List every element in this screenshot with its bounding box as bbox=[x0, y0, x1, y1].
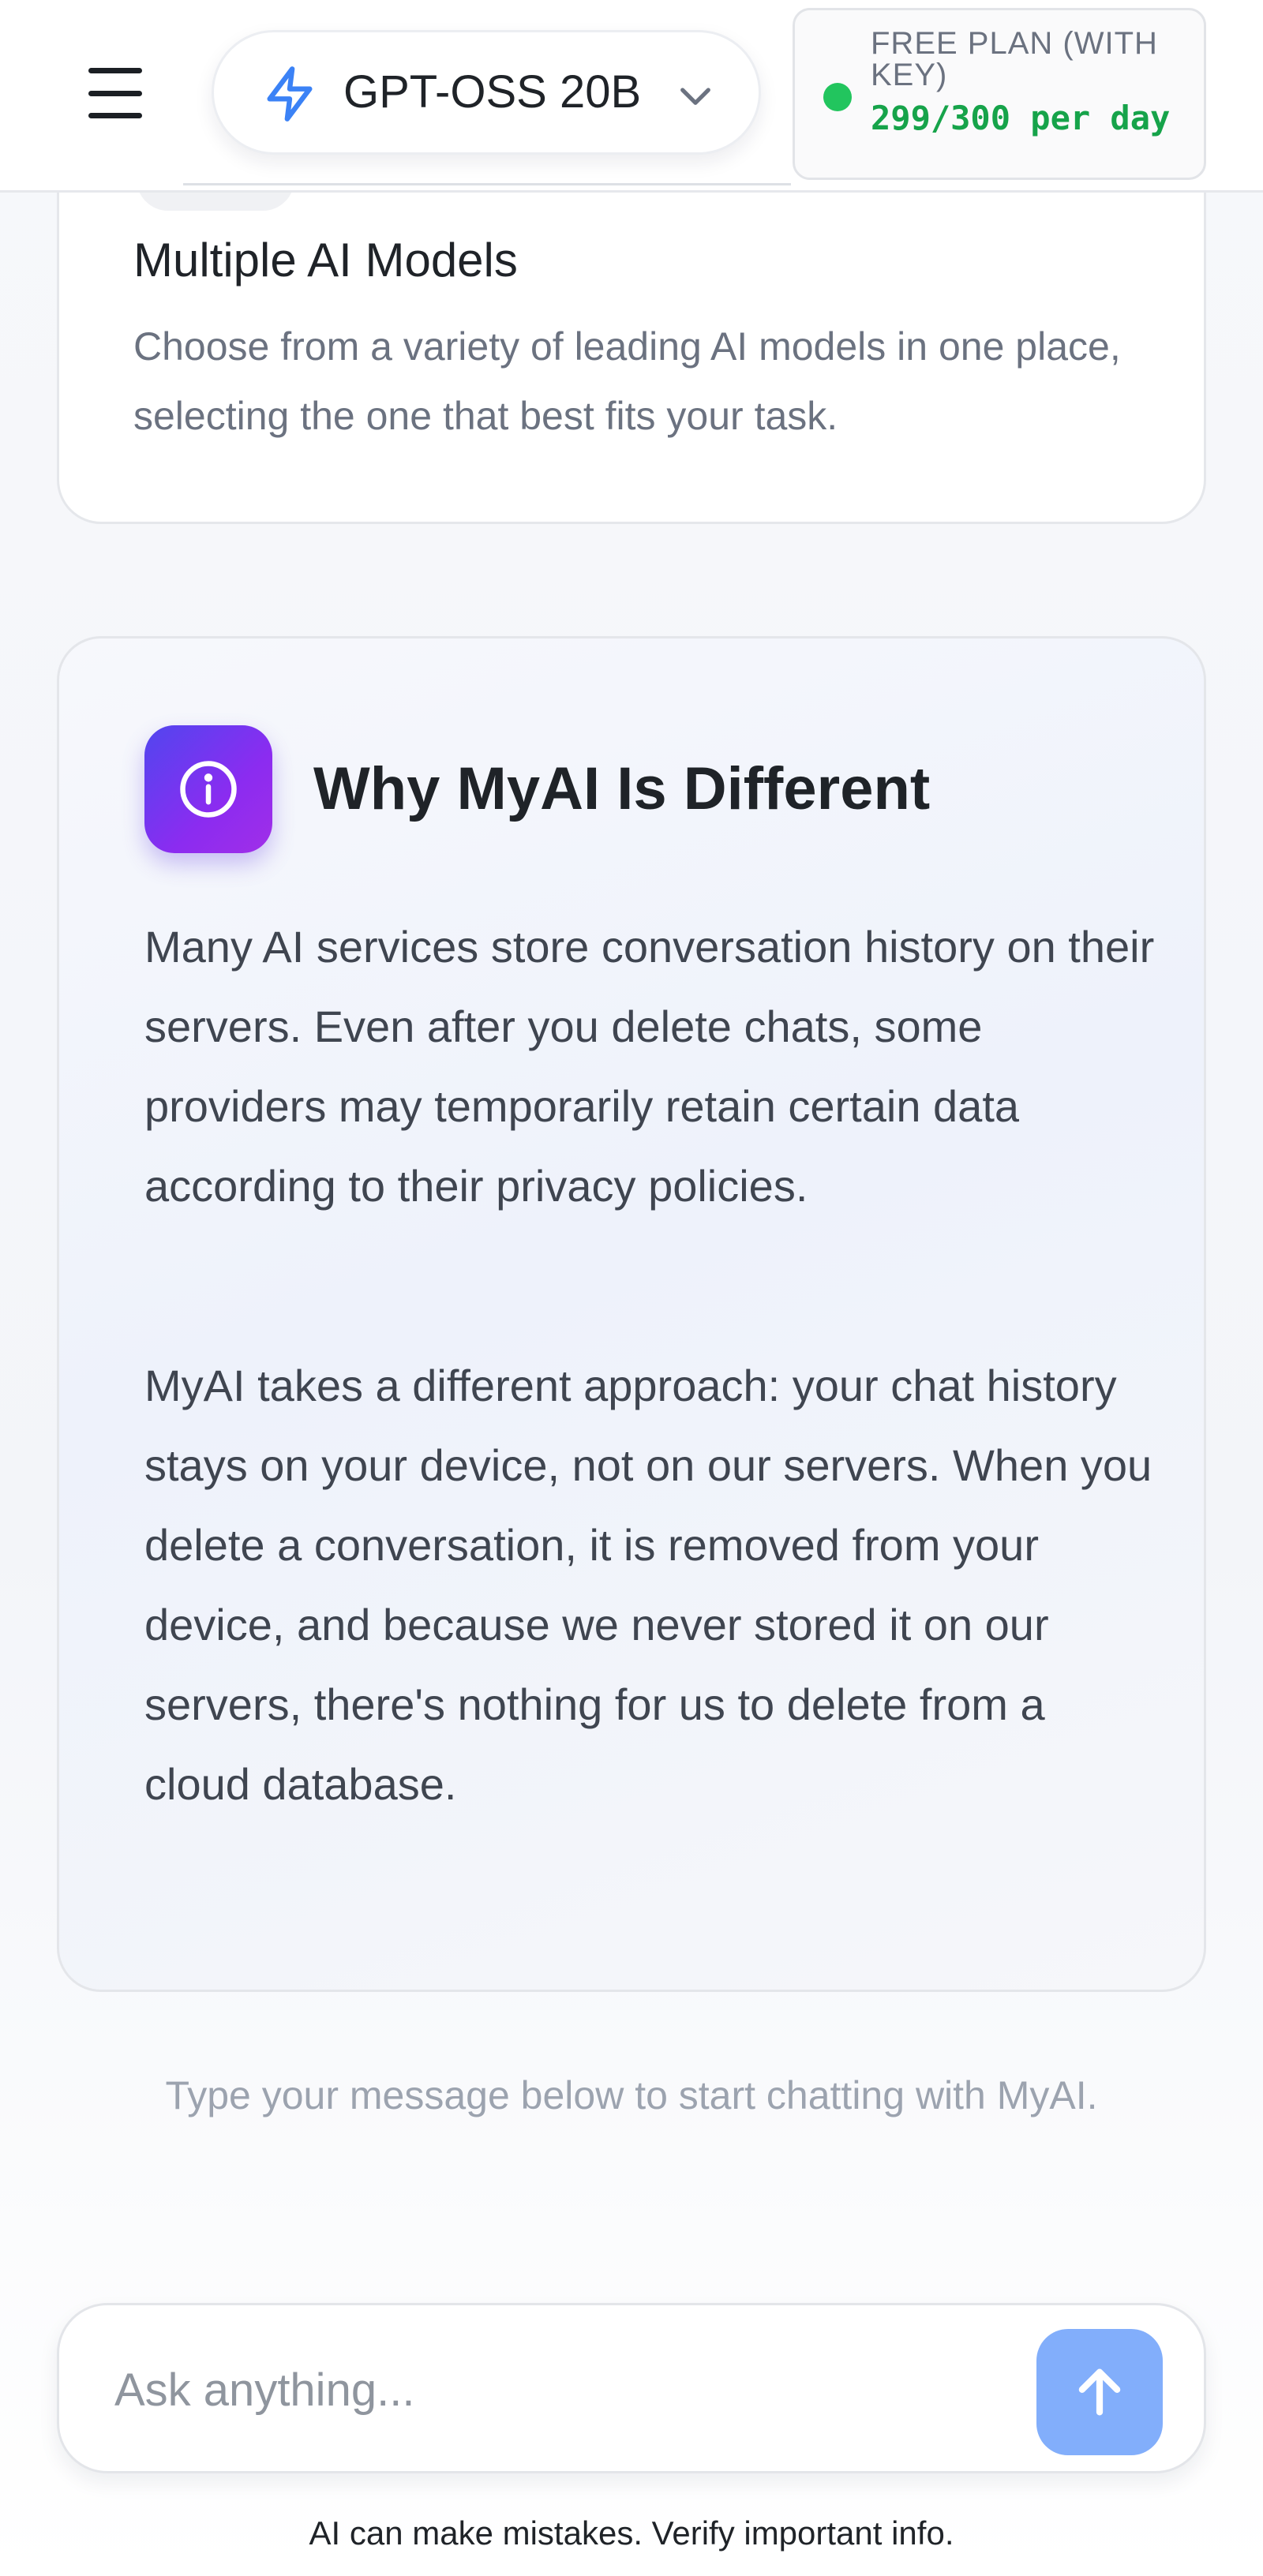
feature-description: Choose from a variety of leading AI mode… bbox=[133, 324, 1121, 438]
model-selector-button[interactable]: GPT-OSS 20B bbox=[212, 30, 761, 155]
disclaimer-text: AI can make mistakes. Verify important i… bbox=[309, 2514, 954, 2552]
why-title: Why MyAI Is Different bbox=[313, 755, 931, 822]
plan-usage: 299/300 per day bbox=[871, 99, 1171, 137]
send-button[interactable] bbox=[1036, 2329, 1163, 2455]
info-icon bbox=[144, 725, 272, 853]
why-paragraph-2: MyAI takes a different approach: your ch… bbox=[144, 1361, 1152, 1809]
why-paragraph-1: Many AI services store conversation hist… bbox=[144, 922, 1155, 1211]
message-input[interactable] bbox=[114, 2337, 1030, 2443]
plan-status-badge: FREE PLAN (WITH KEY) 299/300 per day bbox=[793, 8, 1206, 180]
lightning-bolt-icon bbox=[267, 66, 313, 122]
hamburger-menu-icon[interactable] bbox=[88, 68, 148, 118]
start-chat-hint: Type your message below to start chattin… bbox=[165, 2073, 1098, 2117]
plan-title: FREE PLAN (WITH KEY) bbox=[871, 26, 1158, 92]
feature-title: Multiple AI Models bbox=[133, 234, 518, 286]
status-dot-icon bbox=[823, 83, 852, 111]
header-divider bbox=[183, 183, 791, 185]
chevron-down-icon bbox=[680, 88, 710, 105]
model-name: GPT-OSS 20B bbox=[343, 66, 642, 118]
top-header: GPT-OSS 20B FREE PLAN (WITH KEY) 299/300… bbox=[0, 0, 1263, 193]
arrow-up-icon bbox=[1078, 2368, 1121, 2416]
why-different-card: Why MyAI Is Different Many AI services s… bbox=[57, 636, 1206, 1992]
message-composer bbox=[57, 2303, 1206, 2473]
